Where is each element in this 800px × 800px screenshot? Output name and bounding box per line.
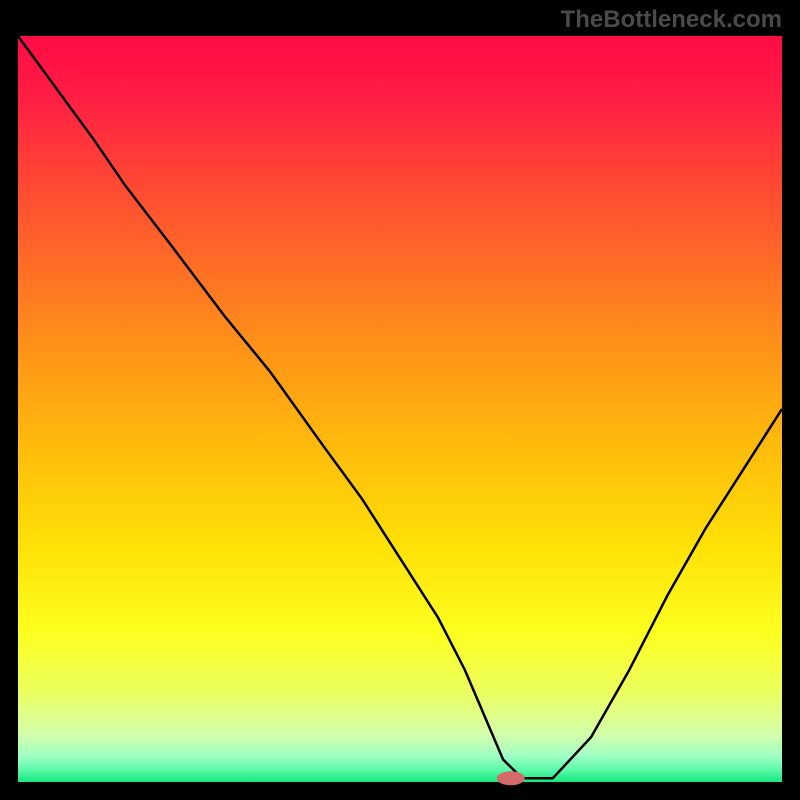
chart-container: TheBottleneck.com — [0, 0, 800, 800]
optimal-marker — [497, 771, 525, 785]
watermark-text: TheBottleneck.com — [561, 6, 782, 34]
plot-area — [18, 36, 782, 782]
chart-svg — [0, 0, 800, 800]
